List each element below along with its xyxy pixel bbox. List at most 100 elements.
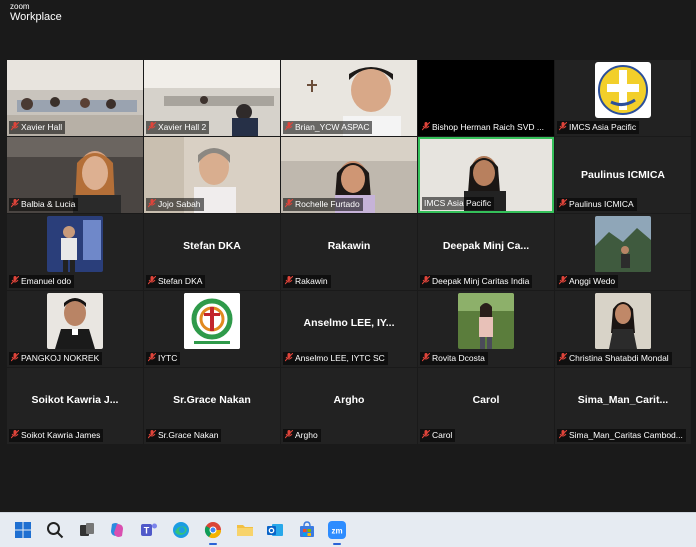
participant-label: Sima_Man_Caritas Cambod... — [557, 429, 686, 442]
video-tile[interactable]: Bishop Herman Raich SVD ... — [418, 60, 554, 136]
participant-label: Brian_YCW ASPAC — [283, 121, 373, 134]
iytc-logo — [184, 293, 240, 349]
video-tile[interactable]: Rochelle Furtado — [281, 137, 417, 213]
mic-muted-icon — [559, 122, 567, 131]
mic-muted-icon — [148, 122, 156, 131]
participant-label: Paulinus ICMICA — [557, 198, 637, 211]
mic-muted-icon — [11, 353, 19, 362]
windows-start-icon[interactable] — [14, 521, 32, 539]
taskbar: T zm — [0, 512, 696, 547]
mic-muted-icon — [422, 430, 430, 439]
video-tile[interactable]: PANGKOJ NOKREK — [7, 291, 143, 367]
profile-photo — [47, 216, 103, 272]
video-tile[interactable]: Emanuel odo — [7, 214, 143, 290]
mic-muted-icon — [559, 353, 567, 362]
copilot-icon[interactable] — [108, 521, 126, 539]
logo-top-text: zoom — [10, 2, 30, 11]
file-explorer-icon[interactable] — [236, 521, 254, 539]
title-bar: zoom Workplace — [0, 0, 696, 34]
participant-label: Emanuel odo — [9, 275, 75, 288]
video-tile[interactable]: Rovita Dcosta — [418, 291, 554, 367]
profile-photo — [458, 293, 514, 349]
video-tile[interactable]: Xavier Hall — [7, 60, 143, 136]
svg-text:zm: zm — [331, 527, 342, 536]
mic-muted-icon — [559, 430, 567, 439]
video-tile[interactable]: Paulinus ICMICA Paulinus ICMICA — [555, 137, 691, 213]
imcs-logo — [595, 62, 651, 118]
mic-muted-icon — [285, 430, 293, 439]
participant-label: Rakawin — [283, 275, 331, 288]
participant-label: IMCS Asia Pacific — [422, 197, 495, 210]
mic-muted-icon — [148, 430, 156, 439]
mic-muted-icon — [148, 353, 156, 362]
store-icon[interactable] — [298, 521, 316, 539]
profile-photo — [595, 216, 651, 272]
mic-muted-icon — [11, 430, 19, 439]
mic-muted-icon — [11, 199, 19, 208]
chrome-icon[interactable] — [204, 521, 222, 539]
participant-label: IYTC — [146, 352, 181, 365]
mic-muted-icon — [285, 353, 293, 362]
zoom-logo: zoom Workplace — [10, 3, 62, 23]
video-tile[interactable]: Jojo Sabah — [144, 137, 280, 213]
video-tile[interactable]: Balbia & Lucia — [7, 137, 143, 213]
mic-muted-icon — [285, 199, 293, 208]
participant-name: Rakawin — [327, 240, 371, 252]
participant-label: Balbia & Lucia — [9, 198, 79, 211]
participant-name: Deepak Minj Ca... — [442, 240, 530, 252]
edge-icon[interactable] — [172, 521, 190, 539]
active-app-indicator — [209, 543, 217, 545]
mic-muted-icon — [11, 122, 19, 131]
video-tile[interactable]: Stefan DKA Stefan DKA — [144, 214, 280, 290]
participant-label: Jojo Sabah — [146, 198, 204, 211]
participant-label: Soikot Kawria James — [9, 429, 104, 442]
video-tile[interactable]: Christina Shatabdi Mondal — [555, 291, 691, 367]
participant-name: Anselmo LEE, IY... — [303, 317, 395, 329]
participant-label: Rochelle Furtado — [283, 198, 363, 211]
mic-muted-icon — [285, 122, 293, 131]
participant-label: Sr.Grace Nakan — [146, 429, 222, 442]
mic-muted-icon — [422, 276, 430, 285]
participant-label: Anselmo LEE, IYTC SC — [283, 352, 388, 365]
participant-label: PANGKOJ NOKREK — [9, 352, 103, 365]
video-tile[interactable]: IYTC — [144, 291, 280, 367]
video-tile[interactable]: Sima_Man_Carit... Sima_Man_Caritas Cambo… — [555, 368, 691, 444]
svg-text:T: T — [144, 526, 150, 536]
active-app-indicator — [333, 543, 341, 545]
profile-photo — [47, 293, 103, 349]
participant-label: Stefan DKA — [146, 275, 206, 288]
video-tile[interactable]: Xavier Hall 2 — [144, 60, 280, 136]
mic-muted-icon — [559, 276, 567, 285]
participant-label: Christina Shatabdi Mondal — [557, 352, 672, 365]
video-tile[interactable]: Brian_YCW ASPAC — [281, 60, 417, 136]
participant-name: Paulinus ICMICA — [580, 169, 665, 181]
mic-muted-icon — [422, 122, 430, 131]
video-tile[interactable]: Carol Carol — [418, 368, 554, 444]
mic-muted-icon — [148, 276, 156, 285]
participant-label: Xavier Hall 2 — [146, 121, 210, 134]
zoom-app-icon[interactable]: zm — [328, 521, 346, 539]
mic-muted-icon — [148, 199, 156, 208]
video-tile-active-speaker[interactable]: IMCS Asia Pacific — [418, 137, 554, 213]
participant-name: Sr.Grace Nakan — [173, 394, 251, 406]
participant-name: Soikot Kawria J... — [31, 394, 119, 406]
mic-muted-icon — [285, 276, 293, 285]
participant-name: Sima_Man_Carit... — [577, 394, 669, 406]
mic-muted-icon — [559, 199, 567, 208]
video-tile[interactable]: Argho Argho — [281, 368, 417, 444]
video-tile[interactable]: IMCS Asia Pacific — [555, 60, 691, 136]
video-tile[interactable]: Anggi Wedo — [555, 214, 691, 290]
outlook-icon[interactable] — [266, 521, 284, 539]
logo-bottom-text: Workplace — [10, 11, 62, 23]
video-tile[interactable]: Anselmo LEE, IY... Anselmo LEE, IYTC SC — [281, 291, 417, 367]
mic-muted-icon — [422, 353, 430, 362]
video-tile[interactable]: Rakawin Rakawin — [281, 214, 417, 290]
video-tile[interactable]: Soikot Kawria J... Soikot Kawria James — [7, 368, 143, 444]
teams-icon[interactable]: T — [140, 521, 158, 539]
participant-label: IMCS Asia Pacific — [557, 121, 640, 134]
participant-label: Rovita Dcosta — [420, 352, 488, 365]
task-view-icon[interactable] — [78, 521, 96, 539]
video-tile[interactable]: Deepak Minj Ca... Deepak Minj Caritas In… — [418, 214, 554, 290]
video-tile[interactable]: Sr.Grace Nakan Sr.Grace Nakan — [144, 368, 280, 444]
search-icon[interactable] — [46, 521, 64, 539]
